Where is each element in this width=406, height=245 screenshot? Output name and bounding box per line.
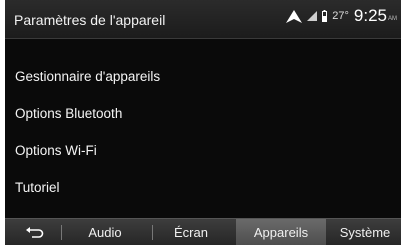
tab-audio[interactable]: Audio [67,219,143,245]
menu-item-bluetooth-options[interactable]: Options Bluetooth [5,95,401,132]
tab-system[interactable]: Système [329,219,401,245]
menu-item-wifi-options[interactable]: Options Wi-Fi [5,132,401,169]
clock-ampm: AM [388,16,397,22]
signal-strength-icon [307,11,318,21]
device-settings-screen: Paramètres de l'appareil 27° 9:25 AM Ges… [5,0,401,245]
tab-separator [152,225,153,240]
back-button[interactable] [19,219,51,245]
navigation-arrow-icon [286,9,303,23]
menu-item-tutorial[interactable]: Tutoriel [5,169,401,206]
back-arrow-icon [26,226,44,241]
tab-separator [61,225,62,240]
settings-menu: Gestionnaire d'appareils Options Bluetoo… [5,58,401,206]
clock-time: 9:25 [353,6,387,25]
header-bar: Paramètres de l'appareil 27° 9:25 AM [5,0,401,39]
battery-icon [322,10,328,22]
menu-item-device-manager[interactable]: Gestionnaire d'appareils [5,58,401,95]
tab-screen[interactable]: Écran [155,219,227,245]
bottom-tab-bar: Audio Écran Appareils Système [5,218,401,245]
tab-devices[interactable]: Appareils [236,219,326,245]
page-title: Paramètres de l'appareil [14,12,166,28]
temperature-value: 27° [332,10,349,22]
status-area: 27° 9:25 AM [286,5,397,27]
